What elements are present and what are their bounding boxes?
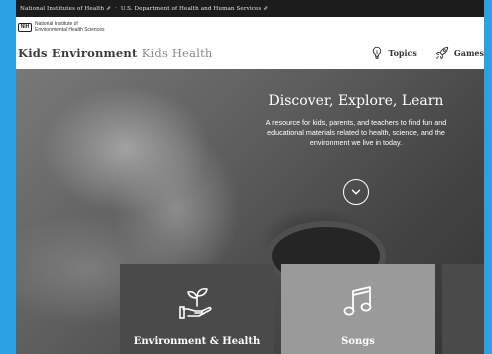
site-title-secondary: Kids Health <box>141 46 213 60</box>
card-environment-health-label: Environment & Health <box>133 336 261 347</box>
site-title[interactable]: Kids Environment Kids Health <box>18 46 213 60</box>
nih-badge-text: NIH <box>20 24 30 30</box>
external-link-icon: ⇗ <box>263 5 269 12</box>
card-environment-health[interactable]: Environment & Health <box>120 264 274 354</box>
site-title-primary: Kids Environment <box>18 46 138 60</box>
browser-frame: National Institutes of Health ⇗ · U.S. De… <box>0 0 492 354</box>
niehs-name-line2: Environmental Health Sciences <box>35 27 105 33</box>
gov-bar-separator: · <box>115 5 117 12</box>
hero-banner: Discover, Explore, Learn A resource for … <box>16 69 484 354</box>
lightbulb-icon <box>372 46 381 59</box>
card-songs[interactable]: Songs <box>281 264 435 354</box>
frame-border-left <box>0 0 16 354</box>
government-bar: National Institutes of Health ⇗ · U.S. De… <box>16 0 484 17</box>
site-header: Kids Environment Kids Health Topics Game… <box>16 37 484 69</box>
niehs-logo[interactable]: NIH National Institute of Environmental … <box>16 17 484 37</box>
card-songs-label: Songs <box>341 336 375 347</box>
hero-subtitle: A resource for kids, parents, and teache… <box>265 118 447 147</box>
plant-in-hand-icon <box>179 287 212 319</box>
hhs-link-label: U.S. Department of Health and Human Serv… <box>120 5 262 12</box>
hhs-link[interactable]: U.S. Department of Health and Human Serv… <box>121 6 268 12</box>
hero-copy: Discover, Explore, Learn A resource for … <box>248 93 464 148</box>
external-link-icon: ⇗ <box>106 5 111 12</box>
music-note-icon <box>343 286 372 316</box>
hero-title: Discover, Explore, Learn <box>268 93 444 109</box>
scroll-down-button[interactable] <box>343 179 369 205</box>
nav-games[interactable]: Games <box>435 46 484 60</box>
card-next-partial[interactable] <box>442 264 484 354</box>
nih-badge-icon: NIH <box>18 22 32 32</box>
nih-link-label: National Institutes of Health <box>20 5 105 12</box>
page: National Institutes of Health ⇗ · U.S. De… <box>16 0 484 354</box>
rocket-icon <box>435 46 449 60</box>
nih-link[interactable]: National Institutes of Health ⇗ <box>20 6 111 12</box>
nav-games-label: Games <box>453 48 484 58</box>
nav-topics[interactable]: Topics <box>370 46 417 60</box>
frame-border-right <box>484 0 492 354</box>
chevron-down-icon <box>351 189 361 195</box>
nav-topics-label: Topics <box>388 48 417 58</box>
niehs-name: National Institute of Environmental Heal… <box>35 21 104 33</box>
main-nav: Topics Games <box>352 37 484 69</box>
